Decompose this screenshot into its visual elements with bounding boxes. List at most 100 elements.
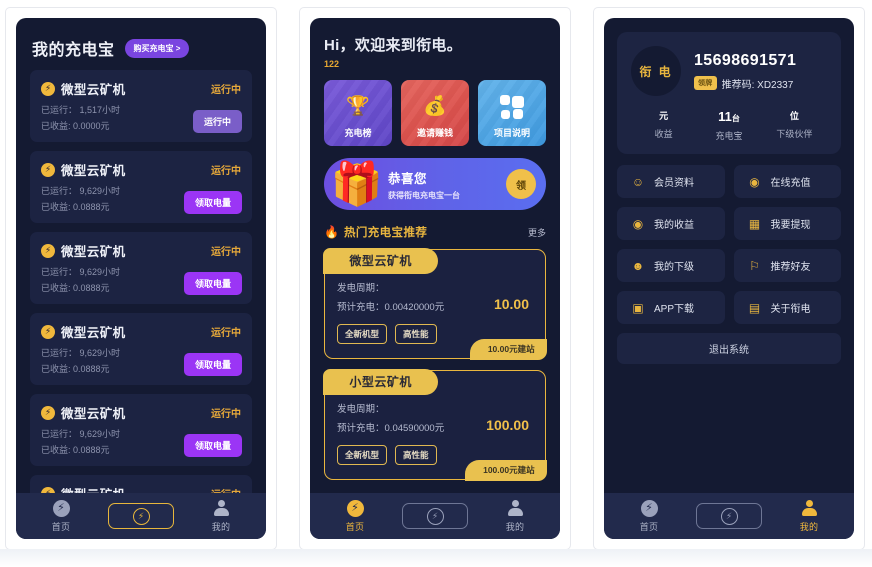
banner-claim-button[interactable]: 领 (506, 169, 536, 199)
device-card[interactable]: ⚡ 微型云矿机 运行中 已运行： 9,629小时 已收益: 0.0888元 领取… (30, 151, 252, 223)
menu-item-app-download[interactable]: ▣ APP下载 (617, 291, 725, 324)
stat-powerbanks: 11台 充电宝 (696, 109, 761, 142)
money-bag-icon: 💰 (423, 96, 447, 117)
user-icon (507, 499, 524, 517)
device-action-button[interactable]: 领取电量 (183, 191, 242, 214)
tab-mine[interactable]: 我的 (786, 499, 832, 533)
bolt-icon: ⚡ (41, 324, 55, 339)
buy-powerbank-badge[interactable]: 购买充电宝 > (124, 38, 190, 58)
tab-home[interactable]: ⚡ 首页 (332, 499, 378, 533)
bolt-icon: ⚡ (41, 405, 55, 420)
banner-title: 恭喜您 (388, 171, 428, 186)
logout-button[interactable]: 退出系统 (617, 333, 841, 364)
device-status: 运行中 (211, 247, 241, 258)
home-bolt-icon: ⚡ (640, 499, 658, 517)
greeting-text: Hi，欢迎来到衔电。 (324, 37, 463, 54)
product-name: 微型云矿机 (323, 248, 438, 275)
fire-icon: 🔥 (324, 225, 339, 239)
panel2-scroll-area[interactable]: Hi，欢迎来到衔电。 122 🏆 充电榜 💰 邀请赚钱 项目说明 🎁 恭喜您 获… (310, 18, 560, 539)
device-action-button[interactable]: 领取电量 (183, 272, 242, 295)
device-card[interactable]: ⚡ 微型云矿机 运行中 已运行： 9,629小时 已收益: 0.0888元 领取… (30, 232, 252, 304)
menu-item-member-profile[interactable]: ☺ 会员资料 (617, 165, 725, 198)
device-card-top-row: ⚡ 微型云矿机 运行中 (41, 79, 241, 98)
tab-home-label: 首页 (345, 521, 365, 532)
menu-item-my-downline[interactable]: ☻ 我的下级 (617, 249, 725, 282)
bolt-icon: ⚡ (41, 243, 55, 258)
product-card[interactable]: 小型云矿机 发电周期： 预计充电：0.04590000元 100.00 全新机型… (323, 369, 547, 481)
download-icon: ▣ (632, 300, 644, 315)
menu-item-label: 在线充值 (770, 178, 811, 189)
stat-value: 元 (659, 111, 669, 121)
device-card[interactable]: ⚡ 微型云矿机 运行中 已运行： 9,629小时 已收益: 0.0888元 领取… (30, 313, 252, 385)
phone-mockup-home: Hi，欢迎来到衔电。 122 🏆 充电榜 💰 邀请赚钱 项目说明 🎁 恭喜您 获… (300, 8, 570, 549)
device-name-group: ⚡ 微型云矿机 (41, 403, 126, 422)
tab-home[interactable]: ⚡ 首页 (38, 499, 84, 533)
document-info-icon: ▤ (748, 300, 761, 315)
stat-label: 充电宝 (715, 131, 743, 141)
menu-item-online-recharge[interactable]: ◉ 在线充值 (733, 165, 841, 198)
panel1-header: 我的充电宝 购买充电宝 > (16, 18, 266, 70)
tab-mine[interactable]: 我的 (492, 499, 538, 533)
device-name: 微型云矿机 (61, 326, 126, 340)
screen-home: Hi，欢迎来到衔电。 122 🏆 充电榜 💰 邀请赚钱 项目说明 🎁 恭喜您 获… (310, 18, 560, 539)
device-action-button[interactable]: 领取电量 (183, 353, 242, 376)
tab-charge-center-button[interactable]: ⚡ (108, 503, 174, 529)
menu-item-refer-friends[interactable]: ⚐ 推荐好友 (733, 249, 841, 282)
tile-project-info[interactable]: 项目说明 (478, 80, 546, 146)
earnings-coin-icon: ◉ (632, 216, 644, 231)
stat-label: 下级伙伴 (776, 129, 813, 139)
menu-item-label: 关于衔电 (770, 304, 811, 315)
product-card[interactable]: 微型云矿机 发电周期： 预计充电：0.00420000元 10.00 全新机型 … (323, 248, 547, 360)
profile-identity: 衔 电 15698691571 领牌 推荐码: XD2337 (631, 46, 827, 96)
quick-action-tiles: 🏆 充电榜 💰 邀请赚钱 项目说明 (324, 80, 546, 146)
user-icon (213, 499, 230, 517)
tab-charge-center-button[interactable]: ⚡ (402, 503, 468, 529)
screen-my-powerbanks: 我的充电宝 购买充电宝 > ⚡ 微型云矿机 运行中 已运行： 1,517小时 已… (16, 18, 266, 539)
congrats-banner[interactable]: 🎁 恭喜您 获得衔电充电宝一台 领 (324, 158, 546, 210)
device-action-button[interactable]: 运行中 (192, 110, 242, 133)
device-name: 微型云矿机 (61, 83, 126, 97)
device-status: 运行中 (211, 166, 241, 177)
tab-mine[interactable]: 我的 (198, 499, 244, 533)
stat-downline: 位 下级伙伴 (762, 109, 827, 142)
bolt-charge-icon: ⚡ (132, 507, 150, 525)
tile-charging-rank[interactable]: 🏆 充电榜 (324, 80, 392, 146)
menu-item-label: 我的下级 (654, 262, 694, 273)
device-card[interactable]: ⚡ 微型云矿机 运行中 已运行： 1,517小时 已收益: 0.0000元 运行… (30, 70, 252, 142)
tile-label: 充电榜 (344, 128, 372, 138)
section-header-hot-powerbanks: 🔥 热门充电宝推荐 更多 (324, 224, 546, 240)
device-name-group: ⚡ 微型云矿机 (41, 322, 126, 341)
device-action-button[interactable]: 领取电量 (183, 434, 242, 457)
user-profile-icon: ☺ (631, 174, 645, 189)
device-name-group: ⚡ 微型云矿机 (41, 79, 126, 98)
tile-label: 项目说明 (493, 128, 530, 138)
panel1-scroll-area[interactable]: 我的充电宝 购买充电宝 > ⚡ 微型云矿机 运行中 已运行： 1,517小时 已… (16, 18, 266, 539)
downline-users-icon: ☻ (631, 258, 645, 273)
bottom-tabbar: ⚡ 首页 ⚡ 我的 (604, 493, 854, 539)
menu-item-label: 会员资料 (654, 178, 694, 189)
device-card[interactable]: ⚡ 微型云矿机 运行中 已运行： 9,629小时 已收益: 0.0888元 领取… (30, 394, 252, 466)
bolt-charge-icon: ⚡ (720, 507, 738, 525)
device-status: 运行中 (211, 328, 241, 339)
menu-item-my-earnings[interactable]: ◉ 我的收益 (617, 207, 725, 240)
profile-body: 衔 电 15698691571 领牌 推荐码: XD2337 元 收益 11台 … (604, 18, 854, 422)
panel3-scroll-area[interactable]: 衔 电 15698691571 领牌 推荐码: XD2337 元 收益 11台 … (604, 18, 854, 539)
tab-charge-center-button[interactable]: ⚡ (696, 503, 762, 529)
menu-item-withdraw[interactable]: ▦ 我要提现 (733, 207, 841, 240)
menu-item-label: APP下载 (654, 304, 695, 315)
profile-info: 15698691571 领牌 推荐码: XD2337 (694, 52, 796, 91)
section-more-link[interactable]: 更多 (528, 226, 546, 239)
menu-item-about[interactable]: ▤ 关于衔电 (733, 291, 841, 324)
bolt-icon: ⚡ (41, 81, 55, 96)
tile-invite-earn[interactable]: 💰 邀请赚钱 (401, 80, 469, 146)
tab-home[interactable]: ⚡ 首页 (626, 499, 672, 533)
product-footer-price: 10.00元建站 (469, 338, 547, 360)
greeting-subcount: 122 (324, 59, 340, 69)
device-name: 微型云矿机 (61, 407, 126, 421)
page-title: 我的充电宝 (32, 42, 115, 59)
menu-item-label: 我要提现 (770, 220, 811, 231)
page-bottom-strip (0, 549, 872, 567)
menu-item-label: 我的收益 (654, 220, 694, 231)
tab-home-label: 首页 (639, 521, 659, 532)
device-list: ⚡ 微型云矿机 运行中 已运行： 1,517小时 已收益: 0.0000元 运行… (16, 70, 266, 539)
